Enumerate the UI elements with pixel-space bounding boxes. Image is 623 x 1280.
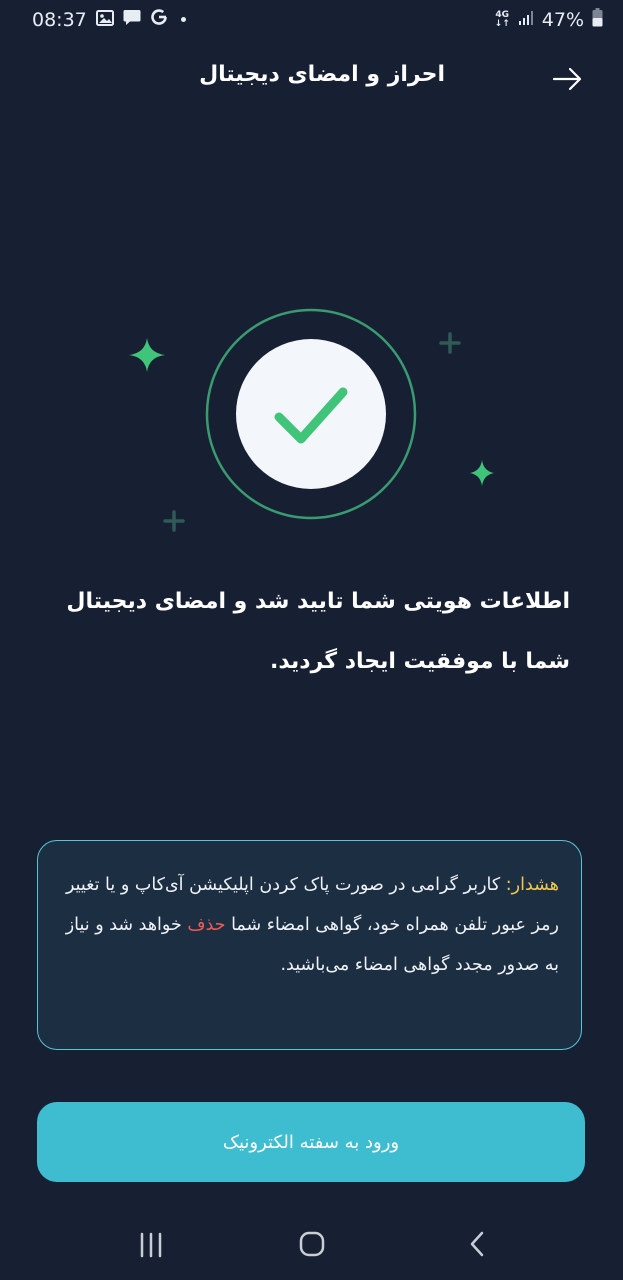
page-title: احراز و امضای دیجیتال xyxy=(199,62,445,87)
sparkle-icon xyxy=(470,460,494,486)
warning-label: هشدار: xyxy=(505,875,559,895)
success-message: اطلاعات هویتی شما تایید شد و امضای دیجیت… xyxy=(40,572,570,692)
back-icon xyxy=(470,1231,484,1257)
success-message-line2: شما با موفقیت ایجاد گردید. xyxy=(269,649,570,674)
nav-back-button[interactable] xyxy=(456,1226,496,1262)
message-icon xyxy=(123,9,141,31)
home-button[interactable] xyxy=(292,1226,332,1262)
network-arrows: ↓↑ xyxy=(494,19,510,29)
status-right: 4G ↓↑ 47% xyxy=(495,8,603,32)
recent-apps-button[interactable] xyxy=(131,1226,171,1262)
plus-icon xyxy=(163,510,185,532)
screen: 08:37 4G ↓↑ 47% احراز و امضای دیجیتال اط… xyxy=(0,0,623,1280)
sparkle-icon xyxy=(129,338,165,372)
status-bar: 08:37 4G ↓↑ 47% xyxy=(0,0,623,38)
dot-icon xyxy=(180,17,186,22)
network-type: 4G ↓↑ xyxy=(495,11,510,29)
warning-box: هشدار: کاربر گرامی در صورت پاک کردن اپلی… xyxy=(37,840,582,1050)
plus-icon xyxy=(439,332,461,354)
battery-percent: 47% xyxy=(541,9,584,31)
warning-delete-word: حذف xyxy=(187,915,226,935)
battery-icon xyxy=(592,8,603,32)
success-illustration xyxy=(0,300,623,540)
header: احراز و امضای دیجیتال xyxy=(0,50,623,110)
check-circle xyxy=(236,339,386,489)
primary-button-label: ورود به سفته الکترونیک xyxy=(222,1131,400,1153)
home-icon xyxy=(299,1231,325,1257)
enter-e-promissory-button[interactable]: ورود به سفته الکترونیک xyxy=(37,1102,585,1182)
success-message-line1: اطلاعات هویتی شما تایید شد و امضای دیجیت… xyxy=(66,589,570,614)
warning-text: هشدار: کاربر گرامی در صورت پاک کردن اپلی… xyxy=(60,865,559,985)
status-time: 08:37 xyxy=(32,8,87,31)
back-button[interactable] xyxy=(548,62,588,96)
navigation-bar xyxy=(0,1210,623,1280)
arrow-right-icon xyxy=(552,67,582,91)
status-left: 08:37 xyxy=(32,8,186,31)
signal-icon xyxy=(518,9,534,31)
recent-apps-icon xyxy=(140,1232,162,1258)
image-icon xyxy=(95,9,114,31)
google-icon xyxy=(150,8,168,31)
